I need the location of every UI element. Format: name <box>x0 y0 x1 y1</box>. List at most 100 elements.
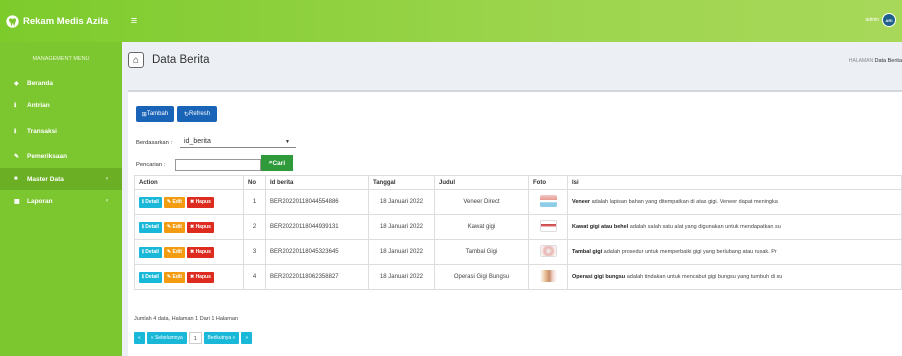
content-text: adalah lapisan bahan yang ditempatkan di… <box>590 199 778 205</box>
row-number: 4 <box>243 264 266 290</box>
delete-label: Hapus <box>195 248 211 255</box>
row-number: 2 <box>243 214 266 240</box>
content-bold: Veneer <box>572 199 591 205</box>
menu-toggle-icon[interactable]: ≡ <box>127 14 141 28</box>
refresh-button[interactable]: ↻ Refresh <box>177 106 217 122</box>
edit-label: Edit <box>172 198 182 205</box>
sidebar-item-label: Antrian <box>27 101 50 109</box>
edit-label: Edit <box>172 273 182 280</box>
filter-select-value: id_berita <box>184 138 211 145</box>
sidebar-item-beranda[interactable]: ◈ Beranda <box>0 72 122 94</box>
search-button[interactable]: ⌕ Cari <box>261 155 293 171</box>
detail-label: Detail <box>145 273 159 280</box>
delete-button[interactable]: ✖ Hapus <box>186 196 214 208</box>
content-text: adalah salah satu alat yang digunakan un… <box>628 224 781 230</box>
row-number: 1 <box>243 189 266 215</box>
content-box: ⊞ Tambah ↻ Refresh Berdasarkan : id_beri… <box>128 90 902 356</box>
photo-thumbnail[interactable] <box>539 195 557 207</box>
content-bold: Kawat gigi atau behel <box>572 224 629 230</box>
add-button[interactable]: ⊞ Tambah <box>136 106 174 122</box>
table-row: ℹ Detail ✎ Edit ✖ Hapus 3 BER2022011804532… <box>134 239 902 265</box>
detail-button[interactable]: ℹ Detail <box>139 221 162 233</box>
content-bold: Operasi gigi bungsu <box>572 274 626 280</box>
action-cell: ℹ Detail ✎ Edit ✖ Hapus <box>134 189 244 215</box>
caret-down-icon: ▼ <box>285 139 290 145</box>
delete-button[interactable]: ✖ Hapus <box>186 271 214 283</box>
prev-page-button[interactable]: « Sebelumnya <box>146 332 187 344</box>
pagination-summary: Jumlah 4 data, Halaman 1 Dari 1 Halaman <box>134 316 238 322</box>
sidebar-item-label: Beranda <box>27 79 54 87</box>
sidebar-item-laporan[interactable]: ▦ Laporan ‹ <box>0 190 122 212</box>
filter-select[interactable]: id_berita ▼ <box>180 136 296 148</box>
home-icon[interactable]: ⌂ <box>128 52 144 68</box>
first-page-button[interactable]: « <box>134 332 145 344</box>
sidebar-item-label: Master Data <box>27 175 64 183</box>
column-header: Tanggal <box>368 175 435 190</box>
pagination: « « Sebelumnya 1 Berikutnya » » <box>134 332 254 344</box>
detail-button[interactable]: ℹ Detail <box>139 246 162 258</box>
sidebar-item-antrian[interactable]: ℹ Antrian <box>0 94 122 116</box>
brand-name: Rekam Medis Azila <box>23 15 109 27</box>
content-text: adalah tindakan untuk mencabut gigi bung… <box>625 274 783 280</box>
edit-button[interactable]: ✎ Edit <box>163 196 185 208</box>
action-cell: ℹ Detail ✎ Edit ✖ Hapus <box>134 239 244 265</box>
row-content: Kawat gigi atau behel adalah salah satu … <box>567 214 902 240</box>
detail-button[interactable]: ℹ Detail <box>139 271 162 283</box>
book-icon: ■ <box>14 176 18 182</box>
row-title: Veneer Direct <box>434 189 529 215</box>
info-icon: ℹ <box>14 102 17 109</box>
detail-label: Detail <box>145 198 159 205</box>
row-date: 18 Januari 2022 <box>368 214 435 240</box>
refresh-button-label: Refresh <box>189 111 211 117</box>
detail-button[interactable]: ℹ Detail <box>139 196 162 208</box>
next-page-button[interactable]: Berikutnya » <box>203 332 240 344</box>
delete-label: Hapus <box>195 198 211 205</box>
row-content: Operasi gigi bungsu adalah tindakan untu… <box>567 264 902 290</box>
photo-thumbnail[interactable] <box>539 220 557 232</box>
column-header: Action <box>134 175 244 190</box>
last-page-button[interactable]: » <box>241 332 253 344</box>
row-number: 3 <box>243 239 266 265</box>
sidebar-item-pemeriksaan[interactable]: ✎ Pemeriksaan <box>0 145 122 167</box>
sidebar-item-transaksi[interactable]: ℹ Transaksi <box>0 120 122 142</box>
table-row: ℹ Detail ✎ Edit ✖ Hapus 2 BER2022011804493… <box>134 214 902 240</box>
sidebar-item-master-data[interactable]: ■ Master Data ‹ <box>0 168 122 190</box>
breadcrumb-prefix: HALAMAN <box>848 58 874 64</box>
action-cell: ℹ Detail ✎ Edit ✖ Hapus <box>134 214 244 240</box>
row-title: Kawat gigi <box>434 214 529 240</box>
tooth-icon <box>6 14 19 28</box>
edit-button[interactable]: ✎ Edit <box>163 271 185 283</box>
table-row: ℹ Detail ✎ Edit ✖ Hapus 1 BER2022011804455… <box>134 189 902 215</box>
delete-button[interactable]: ✖ Hapus <box>186 221 214 233</box>
add-button-label: Tambah <box>146 111 169 117</box>
photo-thumbnail[interactable] <box>539 270 557 282</box>
search-button-label: Cari <box>272 159 286 167</box>
row-id: BER20220118062358827 <box>265 264 369 290</box>
page-title: Data Berita <box>152 54 210 66</box>
content-header: ⌂ Data Berita HALAMAN Data Berita <box>122 42 902 82</box>
delete-label: Hapus <box>195 273 211 280</box>
data-table: Action No Id berita Tanggal Judul Foto I… <box>134 175 902 290</box>
photo-thumbnail[interactable] <box>539 245 557 257</box>
brand-logo[interactable]: Rekam Medis Azila <box>0 0 122 42</box>
photo-cell <box>528 239 568 265</box>
row-id: BER20220118044554886 <box>265 189 369 215</box>
search-input[interactable] <box>175 159 261 171</box>
edit-button[interactable]: ✎ Edit <box>163 221 185 233</box>
breadcrumb: HALAMAN Data Berita <box>849 58 902 64</box>
dashboard-icon: ◈ <box>14 80 19 87</box>
delete-button[interactable]: ✖ Hapus <box>186 246 214 258</box>
edit-button[interactable]: ✎ Edit <box>163 246 185 258</box>
row-id: BER20220118045323645 <box>265 239 369 265</box>
user-menu[interactable]: admin ARI <box>865 13 896 27</box>
current-page[interactable]: 1 <box>188 332 202 344</box>
user-name: admin <box>865 17 879 23</box>
detail-label: Detail <box>145 223 159 230</box>
row-title: Operasi Gigi Bungsu <box>434 264 529 290</box>
detail-label: Detail <box>145 248 159 255</box>
column-header: Id berita <box>265 175 369 190</box>
info-icon: ℹ <box>14 128 17 135</box>
row-title: Tambal Gigi <box>434 239 529 265</box>
sidebar-item-label: Pemeriksaan <box>27 152 68 160</box>
row-content: Tambal gigi adalah prosedur untuk memper… <box>567 239 902 265</box>
